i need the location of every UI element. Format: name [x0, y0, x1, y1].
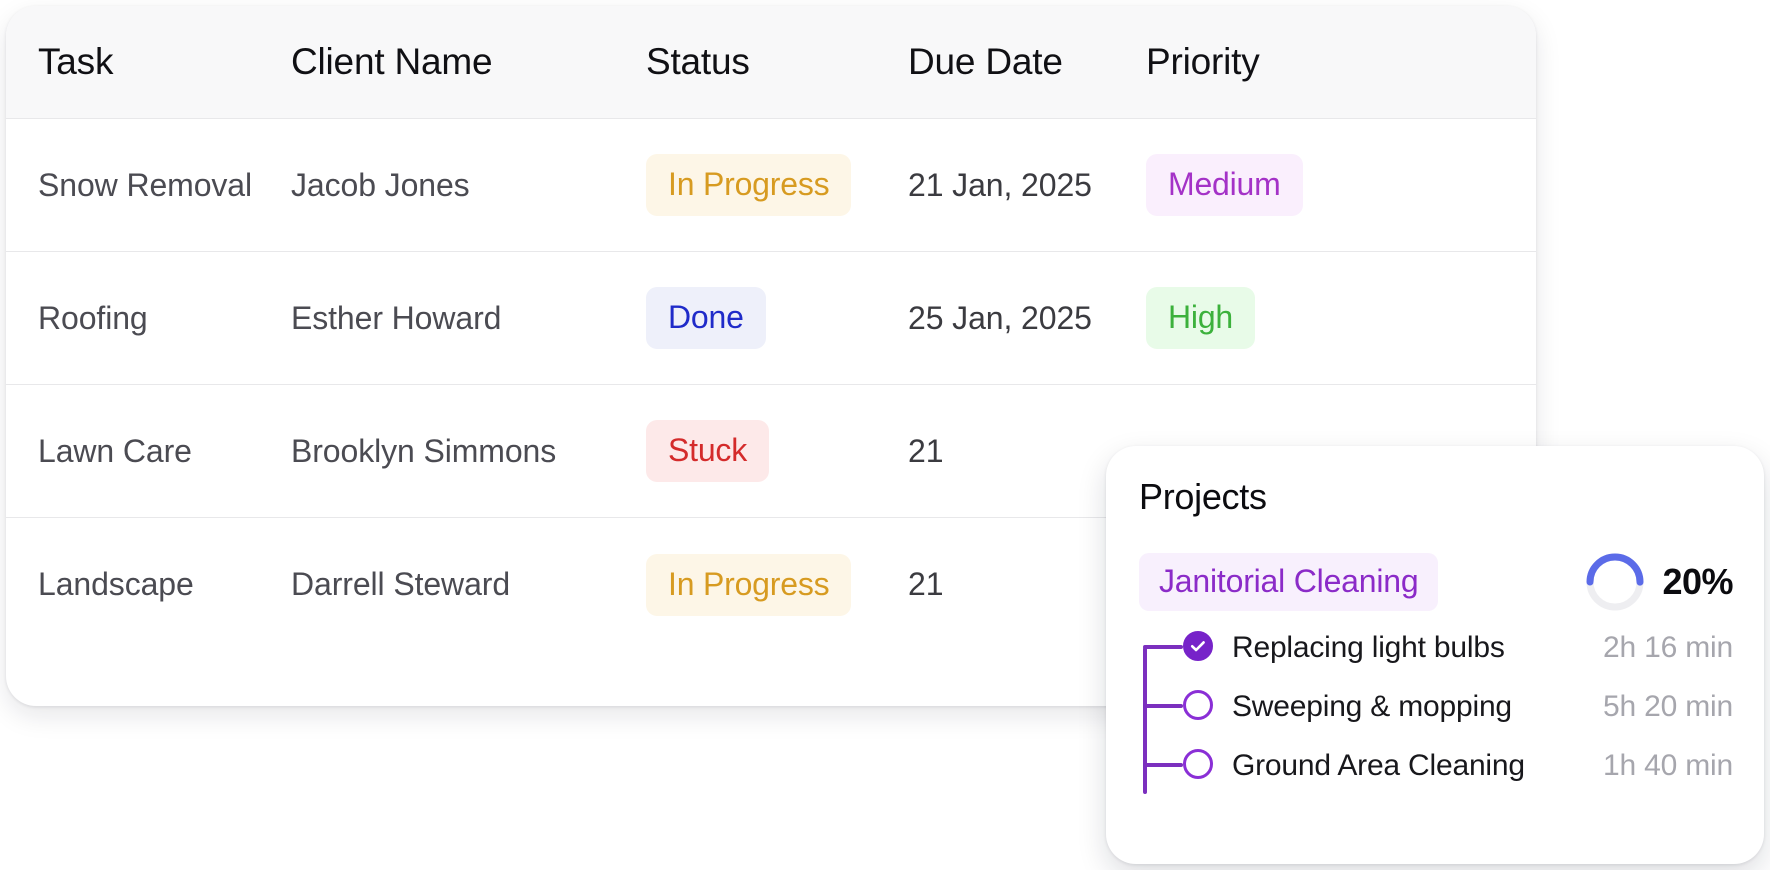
status-badge[interactable]: Stuck: [646, 420, 770, 482]
cell-due-date: 25 Jan, 2025: [908, 299, 1092, 336]
cell-client-name: Darrell Steward: [291, 566, 511, 602]
project-task-row[interactable]: Sweeping & mopping 5h 20 min: [1139, 677, 1733, 736]
column-header-task[interactable]: Task: [6, 41, 291, 83]
task-unchecked-icon[interactable]: [1183, 749, 1213, 779]
status-badge[interactable]: Done: [646, 287, 766, 349]
progress-percent-label: 20%: [1662, 561, 1733, 602]
table-header-row: Task Client Name Status Due Date Priorit…: [6, 6, 1536, 119]
priority-badge[interactable]: High: [1146, 287, 1256, 349]
project-task-duration: 5h 20 min: [1603, 689, 1733, 723]
project-summary-row: Janitorial Cleaning 20%: [1139, 552, 1733, 612]
projects-panel-title: Projects: [1139, 476, 1267, 517]
project-progress: 20%: [1584, 551, 1733, 613]
progress-ring-icon: [1586, 553, 1644, 611]
cell-task: Lawn Care: [38, 432, 192, 469]
priority-badge[interactable]: Medium: [1146, 154, 1303, 216]
column-header-client[interactable]: Client Name: [291, 41, 646, 83]
cell-due-date: 21 Jan, 2025: [908, 166, 1092, 203]
column-header-priority[interactable]: Priority: [1146, 41, 1506, 83]
cell-client-name: Brooklyn Simmons: [291, 432, 557, 469]
table-row[interactable]: Roofing Esther Howard Done 25 Jan, 2025 High: [6, 252, 1536, 385]
cell-status: Done: [646, 287, 908, 349]
cell-status: In Progress: [646, 154, 908, 216]
project-task-tree: Replacing light bulbs 2h 16 min Sweeping &…: [1139, 618, 1733, 795]
project-task-row[interactable]: Replacing light bulbs 2h 16 min: [1139, 618, 1733, 677]
cell-task: Landscape: [38, 566, 194, 602]
cell-status: Stuck: [646, 420, 908, 482]
cell-task: Snow Removal: [38, 166, 253, 203]
tree-branch-line: [1143, 704, 1183, 708]
status-badge[interactable]: In Progress: [646, 154, 852, 216]
cell-status: In Progress: [646, 553, 908, 616]
column-header-status[interactable]: Status: [646, 41, 908, 83]
project-name-chip[interactable]: Janitorial Cleaning: [1139, 553, 1439, 611]
cell-priority: High: [1146, 287, 1506, 349]
project-task-duration: 1h 40 min: [1603, 748, 1733, 782]
project-task-label: Ground Area Cleaning: [1232, 748, 1525, 782]
status-badge[interactable]: In Progress: [646, 553, 852, 616]
table-row[interactable]: Snow Removal Jacob Jones In Progress 21 Jan…: [6, 119, 1536, 252]
tree-branch-line: [1143, 763, 1183, 767]
projects-panel: Projects Janitorial Cleaning 20% Replaci…: [1106, 446, 1764, 864]
cell-priority: Medium: [1146, 154, 1506, 216]
project-task-label: Sweeping & mopping: [1232, 689, 1512, 723]
tree-branch-line: [1143, 645, 1183, 649]
task-checked-icon[interactable]: [1183, 631, 1213, 661]
project-task-row[interactable]: Ground Area Cleaning 1h 40 min: [1139, 736, 1733, 795]
project-task-label: Replacing light bulbs: [1232, 630, 1505, 664]
project-task-duration: 2h 16 min: [1603, 630, 1733, 664]
cell-client-name: Esther Howard: [291, 299, 502, 336]
cell-client-name: Jacob Jones: [291, 166, 470, 203]
task-unchecked-icon[interactable]: [1183, 690, 1213, 720]
cell-task: Roofing: [38, 299, 148, 336]
screen-root: Task Client Name Status Due Date Priorit…: [0, 0, 1770, 870]
column-header-due-date[interactable]: Due Date: [908, 41, 1146, 83]
